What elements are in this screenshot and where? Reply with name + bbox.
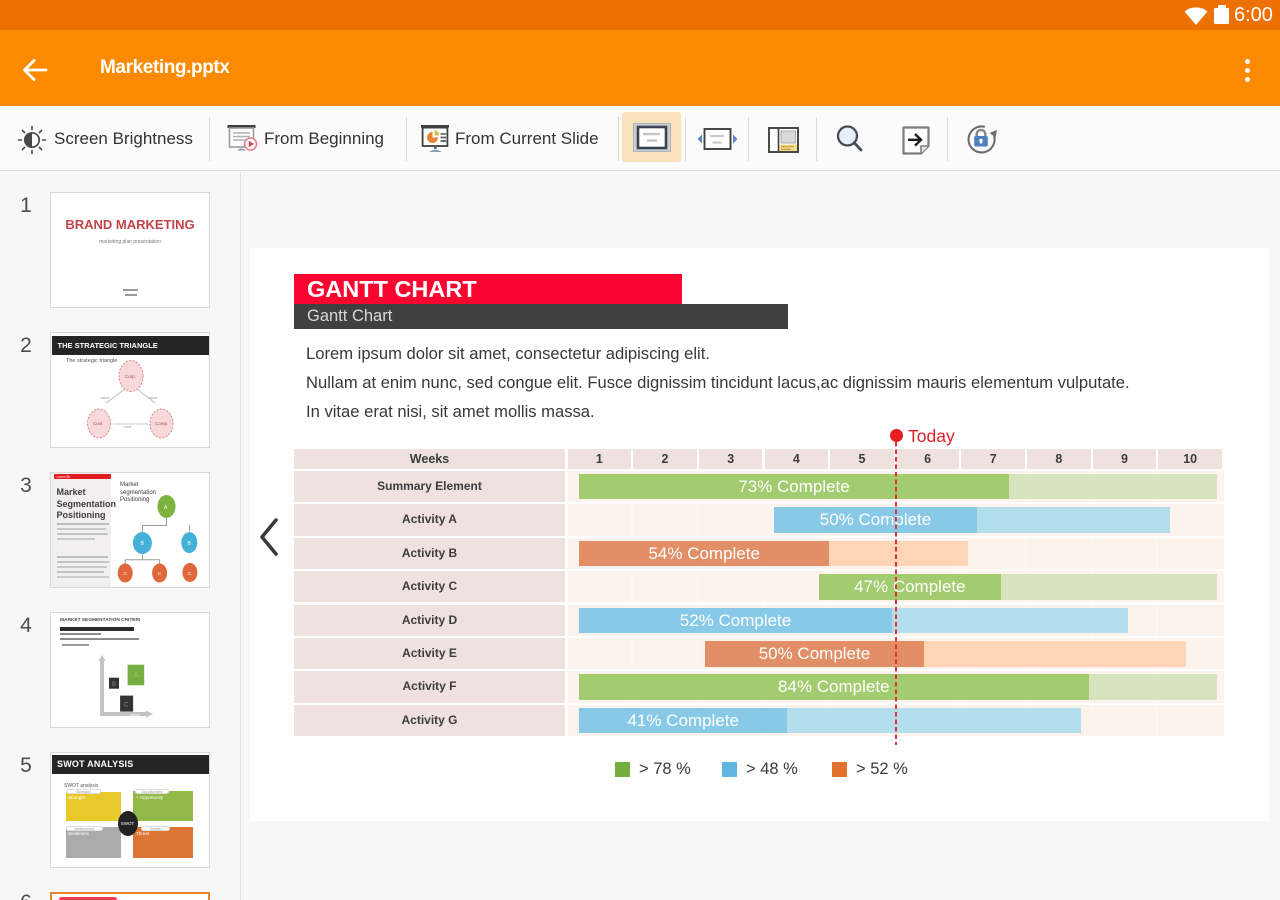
svg-text:A: A [134, 672, 139, 679]
svg-text:cost: cost [124, 424, 132, 429]
svg-text:value: value [148, 395, 158, 400]
svg-text:Corp.: Corp. [125, 374, 136, 379]
svg-text:Comp.: Comp. [155, 421, 168, 426]
svg-text:B: B [112, 682, 116, 688]
svg-text:C: C [124, 703, 129, 709]
svg-text:price: price [131, 712, 140, 717]
svg-text:Cust.: Cust. [93, 421, 104, 426]
svg-text:value: value [100, 395, 110, 400]
